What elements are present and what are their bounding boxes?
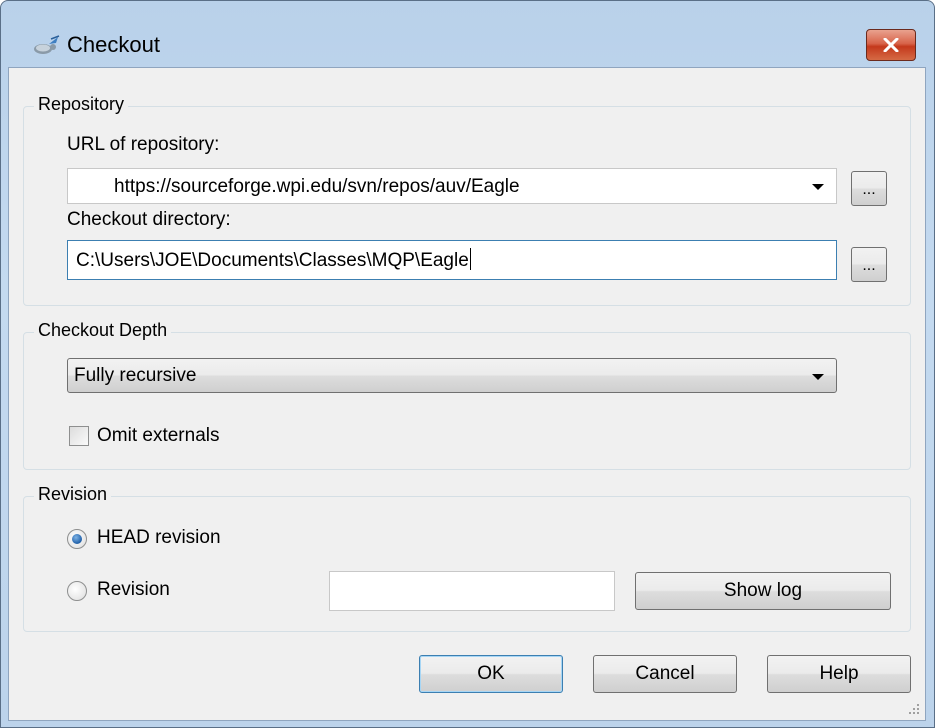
url-combobox[interactable]: https://sourceforge.wpi.edu/svn/repos/au… [67, 168, 837, 204]
chevron-down-icon[interactable] [812, 184, 824, 190]
close-icon [883, 38, 899, 52]
revision-radio[interactable] [67, 581, 87, 601]
checkout-depth-value: Fully recursive [74, 365, 197, 386]
text-caret [469, 248, 471, 270]
omit-externals-checkbox[interactable] [69, 426, 89, 446]
radio-selected-dot [72, 534, 82, 544]
revision-number-input[interactable] [329, 571, 615, 611]
url-label: URL of repository: [67, 134, 220, 155]
checkout-depth-group: Checkout Depth [23, 320, 911, 470]
tortoise-svn-checkout-icon [34, 35, 60, 54]
revision-group-label: Revision [34, 484, 112, 505]
omit-externals-label[interactable]: Omit externals [97, 425, 219, 447]
checkout-dir-label: Checkout directory: [67, 209, 231, 230]
ok-button[interactable]: OK [419, 655, 563, 693]
show-log-button[interactable]: Show log [635, 572, 891, 610]
checkout-depth-group-label: Checkout Depth [34, 320, 172, 341]
cancel-button[interactable]: Cancel [593, 655, 737, 693]
head-revision-label[interactable]: HEAD revision [97, 527, 221, 549]
repository-group-label: Repository [34, 94, 129, 115]
url-value: https://sourceforge.wpi.edu/svn/repos/au… [114, 176, 520, 197]
checkout-dialog: Checkout Repository URL of repository: h… [0, 0, 935, 728]
chevron-down-icon[interactable] [812, 374, 824, 380]
browse-url-button[interactable]: ... [851, 171, 887, 206]
help-button[interactable]: Help [767, 655, 911, 693]
checkout-dir-input[interactable]: C:\Users\JOE\Documents\Classes\MQP\Eagle [67, 240, 837, 280]
browse-dir-button[interactable]: ... [851, 247, 887, 282]
checkout-dir-value: C:\Users\JOE\Documents\Classes\MQP\Eagle [76, 250, 469, 271]
revision-label[interactable]: Revision [97, 579, 170, 601]
dialog-client-area: Repository URL of repository: https://so… [8, 67, 926, 721]
close-button[interactable] [866, 29, 916, 61]
checkout-depth-select[interactable]: Fully recursive [67, 358, 837, 393]
head-revision-radio[interactable] [67, 529, 87, 549]
window-title: Checkout [67, 32, 160, 57]
revision-group: Revision [23, 484, 911, 632]
resize-grip-icon[interactable] [907, 702, 921, 716]
